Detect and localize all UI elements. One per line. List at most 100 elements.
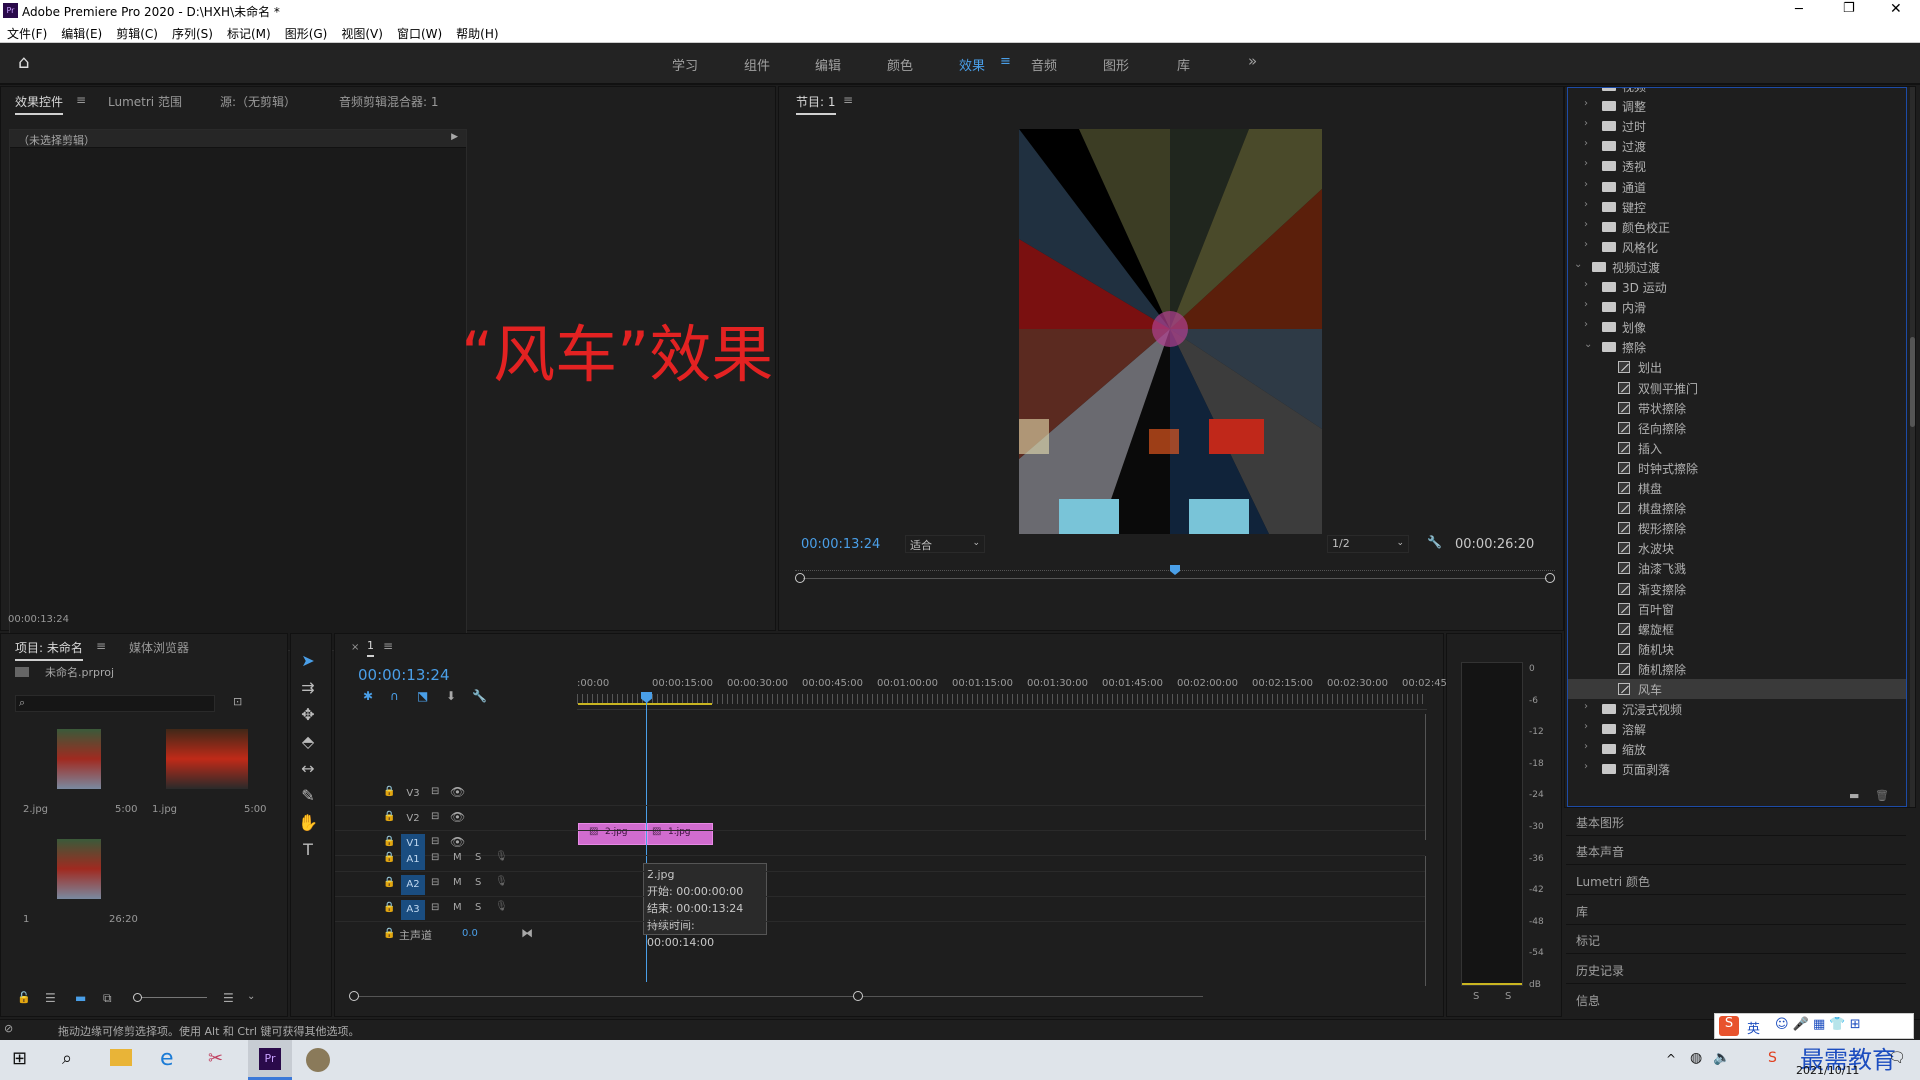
program-timecode[interactable]: 00:00:13:24	[801, 537, 880, 552]
workspace-effects[interactable]: 效果	[959, 55, 985, 74]
new-bin-icon[interactable]: ▬	[1849, 789, 1859, 802]
horizontal-scrollbar[interactable]	[349, 991, 1203, 1001]
network-icon[interactable]: ◍	[1690, 1050, 1702, 1066]
settings-wrench-icon[interactable]: 🔧	[472, 689, 487, 703]
effect-item[interactable]: 楔形擦除	[1568, 518, 1906, 538]
menu-clip[interactable]: 剪辑(C)	[109, 22, 165, 42]
work-area-bar[interactable]	[578, 703, 712, 705]
effect-item[interactable]: 插入	[1568, 438, 1906, 458]
windows-start-icon[interactable]: ⊞	[12, 1048, 27, 1069]
tab-audio-clip-mixer[interactable]: 音频剪辑混合器: 1	[339, 93, 439, 110]
effect-folder[interactable]: › 过渡	[1568, 136, 1906, 156]
premiere-taskbar-icon[interactable]: Pr	[248, 1040, 292, 1080]
eye-icon[interactable]: 👁	[450, 785, 465, 799]
mute-button[interactable]: M	[453, 902, 462, 913]
track-label[interactable]: V2	[401, 809, 425, 829]
workspace-color[interactable]: 颜色	[887, 55, 913, 74]
ime-language[interactable]: 英	[1747, 1018, 1760, 1037]
tab-lumetri-scopes[interactable]: Lumetri 范围	[108, 93, 182, 110]
workspace-libraries[interactable]: 库	[1177, 55, 1190, 74]
menu-sequence[interactable]: 序列(S)	[165, 22, 220, 42]
vertical-scrollbar-audio[interactable]	[1425, 856, 1426, 986]
project-item-sequence[interactable]: 1 26:20	[15, 839, 140, 939]
transition-folder[interactable]: › 划像	[1568, 317, 1906, 337]
effect-item[interactable]: 棋盘	[1568, 478, 1906, 498]
effect-folder[interactable]: › 键控	[1568, 197, 1906, 217]
tray-chevron-icon[interactable]: ^	[1666, 1052, 1676, 1066]
scrub-bar[interactable]	[795, 565, 1555, 585]
project-menu-icon[interactable]: ≡	[96, 639, 106, 653]
effect-item[interactable]: 带状擦除	[1568, 398, 1906, 418]
workspace-editing[interactable]: 编辑	[815, 55, 841, 74]
effect-item[interactable]: 时钟式擦除	[1568, 458, 1906, 478]
solo-button[interactable]: S	[475, 877, 481, 888]
program-title[interactable]: 节目: 1	[796, 93, 836, 115]
section-essential-sound[interactable]: 基本声音	[1566, 837, 1906, 865]
workspace-learning[interactable]: 学习	[672, 55, 698, 74]
menu-window[interactable]: 窗口(W)	[390, 22, 449, 42]
vertical-scrollbar-video[interactable]	[1425, 714, 1426, 840]
tab-sequence[interactable]: 1	[367, 639, 374, 657]
transition-folder[interactable]: ⌄ 擦除	[1568, 337, 1906, 357]
volume-icon[interactable]: 🔈	[1713, 1050, 1730, 1066]
close-button[interactable]: ✕	[1890, 1, 1902, 17]
effect-folder[interactable]: › 风格化	[1568, 237, 1906, 257]
hand-tool-icon[interactable]: ✋	[295, 813, 321, 837]
effect-folder[interactable]: › 过时	[1568, 116, 1906, 136]
effect-item[interactable]: 随机擦除	[1568, 659, 1906, 679]
track-lock-icon[interactable]: 🔒	[383, 852, 395, 863]
more-workspaces-icon[interactable]: »	[1248, 52, 1257, 70]
track-lock-icon[interactable]: 🔒	[383, 786, 395, 797]
chevron-down-icon[interactable]: ⌄	[247, 991, 255, 1002]
razor-tool-icon[interactable]: ⬘	[295, 732, 321, 756]
ime-tools-icon[interactable]: ☺ 🎤 ▦ 👕 ⊞	[1775, 1017, 1861, 1032]
ripple-edit-tool-icon[interactable]: ✥	[295, 705, 321, 729]
scrub-end-handle[interactable]	[1545, 573, 1555, 583]
program-playhead[interactable]	[1170, 565, 1180, 575]
tab-effect-controls[interactable]: 效果控件	[15, 93, 64, 115]
workspace-audio[interactable]: 音频	[1031, 55, 1057, 74]
sync-lock-icon[interactable]: ⊟	[431, 852, 439, 863]
section-lumetri-color[interactable]: Lumetri 颜色	[1566, 867, 1906, 895]
menu-file[interactable]: 文件(F)	[0, 22, 54, 42]
timeline-timecode[interactable]: 00:00:13:24	[358, 666, 450, 684]
effect-item[interactable]: 棋盘擦除	[1568, 498, 1906, 518]
freeform-view-icon[interactable]: ⧉	[103, 991, 112, 1006]
sync-lock-icon[interactable]: ⊟	[431, 902, 439, 913]
sync-lock-icon[interactable]: ⊟	[431, 877, 439, 888]
sogou-ime-icon[interactable]: S	[1768, 1050, 1777, 1066]
program-menu-icon[interactable]: ≡	[843, 93, 853, 107]
effect-item[interactable]: 螺旋框	[1568, 619, 1906, 639]
effect-item[interactable]: 百叶窗	[1568, 599, 1906, 619]
workspace-graphics[interactable]: 图形	[1103, 55, 1129, 74]
section-libraries[interactable]: 库	[1566, 897, 1906, 925]
go-to-end-icon[interactable]: ⧓	[521, 926, 533, 940]
folder-video-transitions[interactable]: ⌄ 视频过渡	[1568, 257, 1906, 277]
effect-item[interactable]: 划出	[1568, 357, 1906, 377]
edge-icon[interactable]: e	[160, 1046, 174, 1071]
transition-folder[interactable]: › 沉浸式视频	[1568, 699, 1906, 719]
effect-item[interactable]: 双侧平推门	[1568, 378, 1906, 398]
effect-folder[interactable]: › 透视	[1568, 156, 1906, 176]
fit-dropdown[interactable]: 适合 ⌄	[905, 535, 985, 553]
expand-arrow-icon[interactable]: ▶	[451, 132, 458, 142]
home-icon[interactable]: ⌂	[18, 52, 29, 73]
search-input[interactable]	[34, 697, 209, 710]
pen-tool-icon[interactable]: ✎	[295, 786, 321, 810]
snap-icon[interactable]: ∩	[390, 689, 399, 703]
lock-icon[interactable]: 🔓	[17, 991, 31, 1004]
icon-view-icon[interactable]: ▬	[75, 991, 86, 1005]
workspace-menu-icon[interactable]: ≡	[1000, 54, 1011, 69]
add-marker-icon[interactable]: ⬇	[446, 689, 456, 703]
transition-folder[interactable]: › 溶解	[1568, 719, 1906, 739]
effect-folder[interactable]: › 通道	[1568, 177, 1906, 197]
menu-help[interactable]: 帮助(H)	[449, 22, 505, 42]
selection-tool-icon[interactable]: ➤	[295, 651, 321, 675]
section-history[interactable]: 历史记录	[1566, 956, 1906, 984]
effect-folder[interactable]: › 颜色校正	[1568, 217, 1906, 237]
track-label[interactable]: V3	[401, 784, 425, 804]
track-lock-icon[interactable]: 🔒	[383, 928, 395, 939]
sequence-menu-icon[interactable]: ≡	[383, 639, 393, 653]
mic-icon[interactable]: 🎙	[495, 851, 508, 862]
zoom-slider[interactable]	[133, 993, 207, 1002]
